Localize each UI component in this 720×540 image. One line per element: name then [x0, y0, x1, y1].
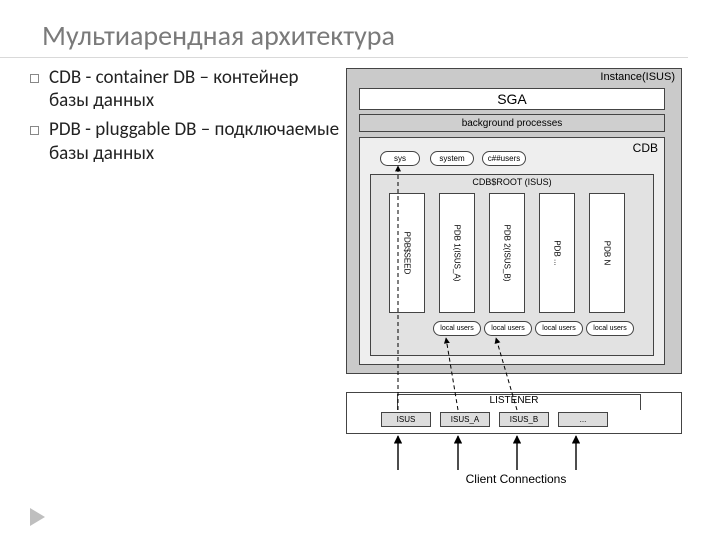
pdb-label: PDB 1(ISUS_A) — [453, 225, 462, 282]
pdb-label: PDB N — [603, 241, 612, 265]
service-isus-b: ISUS_B — [499, 412, 549, 427]
cdb-box: CDB sys system c##users CDB$ROOT (ISUS) … — [359, 137, 665, 365]
service-more: ... — [558, 412, 608, 427]
cdbroot-label: CDB$ROOT (ISUS) — [371, 177, 653, 187]
sga-box: SGA — [359, 88, 665, 110]
instance-label: Instance(ISUS) — [600, 71, 675, 83]
bgproc-box: background processes — [359, 114, 665, 132]
play-arrow-icon — [30, 508, 45, 526]
pdb-more: PDB ... — [539, 193, 575, 313]
pdb-label: PDB ... — [553, 240, 562, 265]
list-item: CDB - container DB – контейнер базы данн… — [30, 66, 340, 112]
list-item: PDB - pluggable DB – подключаемые базы д… — [30, 118, 340, 164]
pdb-1: PDB 1(ISUS_A) — [439, 193, 475, 313]
pdb-seed: PDB$SEED — [389, 193, 425, 313]
listener-box: LISTENER ISUS ISUS_A ISUS_B ... — [346, 392, 682, 434]
listener-label: LISTENER — [347, 395, 681, 406]
bullet-text: PDB - pluggable DB – подключаемые базы д… — [49, 118, 340, 164]
local-users-oval: local users — [535, 321, 583, 336]
bullet-marker-icon — [30, 126, 39, 135]
local-users-oval: local users — [484, 321, 532, 336]
service-isus: ISUS — [381, 412, 431, 427]
pdb-2: PDB 2(ISUS_B) — [489, 193, 525, 313]
cdbroot-box: CDB$ROOT (ISUS) PDB$SEED PDB 1(ISUS_A) P… — [370, 174, 654, 356]
bullet-marker-icon — [30, 74, 39, 83]
sys-user-oval: sys — [380, 151, 420, 166]
cdb-label: CDB — [633, 141, 658, 155]
slide-title: Мультиарендная архитектура — [0, 0, 688, 58]
custom-users-oval: c##users — [482, 151, 526, 166]
architecture-diagram: Instance(ISUS) SGA background processes … — [340, 66, 692, 496]
pdb-n: PDB N — [589, 193, 625, 313]
bullet-text: CDB - container DB – контейнер базы данн… — [49, 66, 340, 112]
pdb-label: PDB$SEED — [403, 232, 412, 275]
instance-box: Instance(ISUS) SGA background processes … — [346, 68, 682, 374]
system-user-oval: system — [430, 151, 474, 166]
local-users-oval: local users — [586, 321, 634, 336]
pdb-label: PDB 2(ISUS_B) — [503, 225, 512, 282]
bullet-list: CDB - container DB – контейнер базы данн… — [0, 66, 340, 496]
service-isus-a: ISUS_A — [440, 412, 490, 427]
client-connections-label: Client Connections — [340, 472, 692, 486]
local-users-oval: local users — [433, 321, 481, 336]
content-area: CDB - container DB – контейнер базы данн… — [0, 58, 720, 496]
